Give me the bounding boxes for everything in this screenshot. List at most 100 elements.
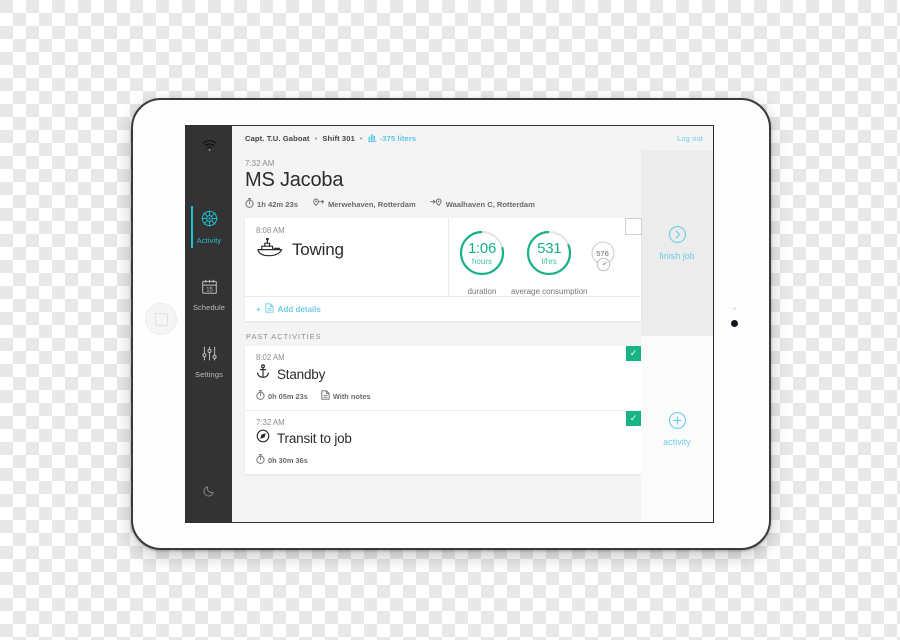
document-icon — [321, 390, 330, 402]
consumption-ring: 531 l/hrs — [524, 228, 574, 278]
current-activity-time: 8:08 AM — [256, 226, 285, 235]
bar-chart-icon — [367, 133, 377, 144]
compass-icon — [256, 429, 270, 448]
ambient-sensor — [733, 307, 736, 310]
past-activity-name-row: Standby — [256, 364, 641, 384]
plus-circle-icon — [668, 411, 687, 432]
finish-job-label: finish job — [659, 251, 695, 261]
topbar: Capt. T.U. Gaboat • Shift 301 • -375 lit… — [232, 126, 713, 150]
job-destination: Waalhaven C, Rotterdam — [429, 198, 535, 210]
main-column: 7:32 AM MS Jacoba 1h 42m 23s Merwehaven,… — [232, 150, 642, 522]
past-activity-notes[interactable]: With notes — [321, 390, 371, 402]
add-details-button[interactable]: + Add details — [245, 296, 641, 321]
calendar-day-number: 15 — [206, 287, 213, 293]
finish-job-button[interactable]: finish job — [641, 150, 713, 336]
pin-depart-icon — [312, 198, 325, 210]
calendar-icon: 15 — [201, 278, 218, 300]
job-meta: 1h 42m 23s Merwehaven, Rotterdam Waalhav… — [245, 198, 641, 210]
fuel-delta-text: -375 liters — [379, 133, 417, 143]
add-details-label: Add details — [277, 304, 321, 314]
moon-icon[interactable] — [202, 484, 216, 502]
speedometer-icon — [596, 257, 611, 277]
sliders-icon — [201, 345, 218, 367]
past-activity-notes-text: With notes — [332, 391, 371, 401]
gauge-duration: 1:06 hours duration — [457, 228, 507, 296]
past-activity-duration: 0h 30m 36s — [256, 454, 308, 466]
current-activity-name: Towing — [292, 240, 344, 259]
ship-wheel-icon — [200, 209, 219, 233]
gauge-group: 1:06 hours duration 531 l/hrs average co… — [449, 228, 616, 296]
duration-value: 1:06 — [468, 239, 496, 257]
app-screen: Activity 15 Schedule Settings Capt. T.U.… — [185, 125, 714, 523]
past-activity-row-standby[interactable]: ✓ 8:02 AM Standby 0h 05m 23s With notes — [245, 346, 641, 411]
add-activity-label: activity — [663, 437, 691, 447]
job-origin: Merwehaven, Rotterdam — [312, 198, 416, 210]
sidebar-nav: Activity 15 Schedule Settings — [186, 206, 232, 382]
past-activity-duration-text: 0h 30m 36s — [268, 455, 308, 465]
home-button[interactable] — [145, 303, 177, 335]
duration-ring: 1:06 hours — [457, 228, 507, 278]
stopwatch-icon — [256, 390, 265, 402]
shift-label: Shift 301 — [322, 133, 355, 143]
past-activity-duration: 0h 05m 23s — [256, 390, 308, 402]
job-duration-text: 1h 42m 23s — [257, 199, 298, 209]
anchor-icon — [256, 364, 270, 384]
job-origin-text: Merwehaven, Rotterdam — [327, 199, 416, 209]
sidebar-item-activity[interactable]: Activity — [186, 206, 232, 248]
mini-gauge: 576 — [590, 240, 616, 272]
current-activity-metrics: 1:06 hours duration 531 l/hrs average co… — [448, 217, 642, 296]
page-title: MS Jacoba — [245, 169, 344, 191]
past-activity-meta: 0h 30m 36s — [256, 454, 641, 466]
status-badge[interactable]: ✓ — [626, 411, 641, 426]
action-column: finish job activity — [641, 150, 713, 522]
activity-select-checkbox[interactable] — [624, 217, 642, 235]
job-duration: 1h 42m 23s — [245, 198, 298, 210]
past-activities-list: ✓ 8:02 AM Standby 0h 05m 23s With notes … — [245, 346, 641, 474]
sidebar-item-settings-label: Settings — [195, 370, 223, 379]
current-activity-main: 8:08 AM Towing 1:06 hours duration 531 l… — [245, 217, 642, 296]
consumption-unit: l/hrs — [541, 256, 557, 266]
job-start-time: 7:32 AM — [245, 159, 275, 168]
past-activity-time: 8:02 AM — [256, 353, 285, 362]
duration-caption: duration — [467, 287, 497, 296]
gauge-consumption: 531 l/hrs average consumption — [511, 228, 588, 296]
past-activity-name: Standby — [277, 366, 326, 382]
past-activities-heading: PAST ACTIVITIES — [246, 332, 322, 341]
consumption-caption: average consumption — [511, 287, 588, 296]
fuel-delta-badge[interactable]: -375 liters — [367, 133, 417, 144]
document-icon — [265, 303, 274, 315]
chevron-right-circle-icon — [668, 225, 687, 246]
captain-name: Capt. T.U. Gaboat — [245, 133, 310, 143]
add-details-plus: + — [256, 304, 261, 314]
job-destination-text: Waalhaven C, Rotterdam — [445, 199, 535, 209]
sidebar-item-settings[interactable]: Settings — [186, 342, 232, 382]
past-activity-name: Transit to job — [277, 431, 352, 446]
current-activity-card[interactable]: 8:08 AM Towing 1:06 hours duration 531 l… — [245, 217, 642, 321]
consumption-value: 531 — [537, 239, 562, 257]
status-badge[interactable]: ✓ — [626, 346, 641, 361]
tugboat-icon — [256, 237, 284, 262]
home-button-glyph — [154, 312, 168, 326]
topbar-separator-2: • — [359, 133, 363, 143]
past-activity-meta: 0h 05m 23s With notes — [256, 390, 641, 402]
stopwatch-icon — [245, 198, 254, 210]
logout-link[interactable]: Log out — [677, 134, 703, 143]
sidebar-item-activity-label: Activity — [196, 236, 222, 245]
current-activity-name-row: Towing — [256, 237, 448, 262]
sidebar: Activity 15 Schedule Settings — [186, 126, 232, 522]
sidebar-item-schedule[interactable]: 15 Schedule — [186, 275, 232, 315]
duration-unit: hours — [471, 256, 492, 266]
content-area: Capt. T.U. Gaboat • Shift 301 • -375 lit… — [232, 126, 713, 522]
wifi-icon — [201, 138, 217, 156]
topbar-separator-1: • — [314, 133, 318, 143]
current-activity-info: 8:08 AM Towing — [245, 218, 448, 296]
past-activity-duration-text: 0h 05m 23s — [268, 391, 308, 401]
add-activity-button[interactable]: activity — [641, 336, 713, 522]
past-activity-row-transit[interactable]: ✓ 7:32 AM Transit to job 0h 30m 36s — [245, 411, 641, 474]
pin-arrive-icon — [429, 198, 443, 210]
front-camera — [731, 320, 738, 327]
past-activity-time: 7:32 AM — [256, 418, 285, 427]
sidebar-item-schedule-label: Schedule — [192, 303, 226, 312]
body-wrapper: 7:32 AM MS Jacoba 1h 42m 23s Merwehaven,… — [232, 150, 713, 522]
stopwatch-icon — [256, 454, 265, 466]
